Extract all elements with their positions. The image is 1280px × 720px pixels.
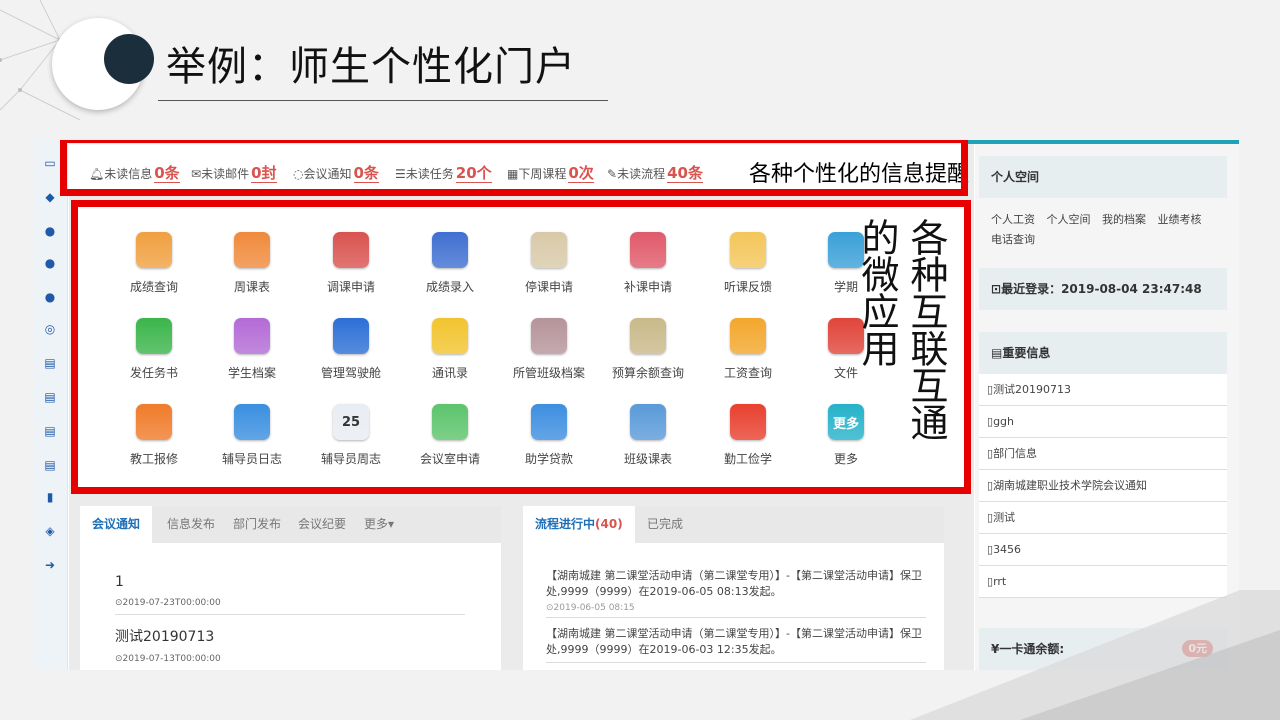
bookmark-icon[interactable]: ◆ [41,188,59,206]
annotation-apps-col1: 各种互联互通 [904,218,948,440]
list-item[interactable]: 测试20190713 ⊙2019-07-13T00:00:00 [115,626,465,670]
shield-icon[interactable]: ◈ [41,522,59,540]
table-icon[interactable]: ▤ [41,456,59,474]
tab-meeting-notice[interactable]: 会议通知 [80,506,153,543]
link-phone[interactable]: 电话查询 [991,233,1035,246]
flow-panel: 流程进行中(40) 已完成 【湖南城建 第二课堂活动申请（第二课堂专用）】-【第… [523,506,944,670]
tab-flow-in-progress[interactable]: 流程进行中(40) [523,506,635,543]
tab-info-release[interactable]: 信息发布 [155,506,227,543]
list-item[interactable]: ▯湖南城建职业技术学院会议通知 [979,470,1227,502]
list-item[interactable]: 1 ⊙2019-07-23T00:00:00 [115,574,465,615]
meeting-tabs: 会议通知 信息发布 部门发布 会议纪要 更多▾ [80,506,501,543]
list-item[interactable]: 【湖南城建 第二课堂活动申请（第二课堂专用）】-【第二课堂活动申请】保卫处,99… [546,568,926,618]
link-my-file[interactable]: 我的档案 [1102,213,1146,226]
tab-dept-release[interactable]: 部门发布 [221,506,293,543]
list-item[interactable]: ▯部门信息 [979,438,1227,470]
left-nav: ▭ ◆ ● ● ● ◎ ▤ ▤ ▤ ▤ ▮ ◈ ➜ [33,140,68,670]
table-icon[interactable]: ▤ [41,422,59,440]
slide-header: 举例：师生个性化门户 [0,0,1280,130]
user-icon[interactable]: ● [41,288,59,306]
list-item[interactable]: ▯测试 [979,502,1227,534]
link-performance[interactable]: 业绩考核 [1158,213,1202,226]
important-info-header: ▤重要信息 [979,332,1227,374]
table-icon[interactable]: ▤ [41,388,59,406]
tab-more[interactable]: 更多▾ [352,506,406,543]
tab-flow-done[interactable]: 已完成 [635,506,695,543]
meeting-notice-panel: 会议通知 信息发布 部门发布 会议纪要 更多▾ 1 ⊙2019-07-23T00… [80,506,501,670]
annotation-apps-col2: 的微应用 [855,218,899,366]
last-login: ⊡最近登录：2019-08-04 23:47:48 [979,268,1227,310]
tab-meeting-minutes[interactable]: 会议纪要 [286,506,358,543]
personal-links: 个人工资 个人空间 我的档案 业绩考核 电话查询 [991,210,1231,250]
list-item[interactable]: ▯3456 [979,534,1227,566]
target-icon[interactable]: ◎ [41,320,59,338]
users-icon[interactable]: ● [41,222,59,240]
list-item[interactable]: ▯ggh [979,406,1227,438]
title-bullet-icon [104,34,154,84]
book-icon[interactable]: ▮ [41,488,59,506]
apps-highlight-box [71,200,971,494]
link-personal-space[interactable]: 个人空间 [1047,213,1091,226]
list-item[interactable]: ▯测试20190713 [979,374,1227,406]
notify-highlight-box [60,140,968,196]
table-icon[interactable]: ▤ [41,354,59,372]
bookmark-icon: ⊡ [991,282,1002,296]
personal-space-header: 个人空间 [979,156,1227,198]
list-icon: ▤ [991,346,1003,360]
logout-icon[interactable]: ➜ [41,556,59,574]
flow-tabs: 流程进行中(40) 已完成 [523,506,944,543]
list-item[interactable]: 【湖南城建 第二课堂活动申请（第二课堂专用）】-【第二课堂活动申请】保卫处,99… [546,626,926,663]
slide-title: 举例：师生个性化门户 [166,44,576,90]
corner-decoration-icon [910,590,1280,720]
link-salary[interactable]: 个人工资 [991,213,1035,226]
title-divider [158,100,608,101]
group-icon[interactable]: ● [41,254,59,272]
monitor-icon[interactable]: ▭ [41,154,59,172]
